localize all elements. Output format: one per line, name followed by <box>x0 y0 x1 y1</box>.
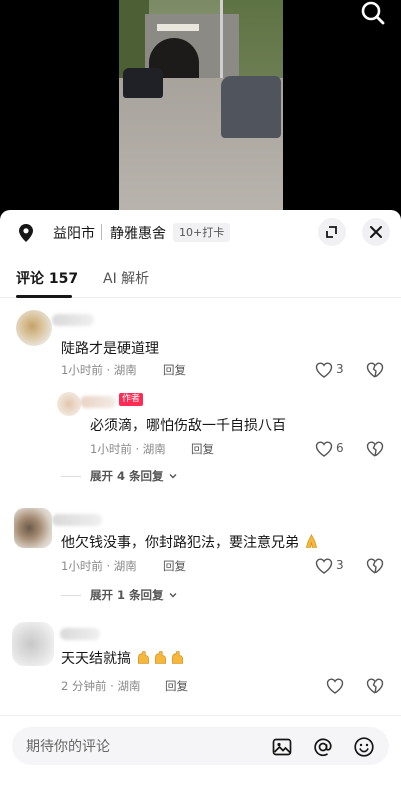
reply-avatar[interactable] <box>57 392 81 416</box>
comment-input-bar: 期待你的评论 <box>0 715 401 800</box>
avatar[interactable] <box>12 622 54 666</box>
video-player[interactable] <box>0 0 401 210</box>
expand-divider <box>61 595 81 596</box>
location-divider <box>101 224 102 240</box>
location-row[interactable]: 益阳市 静雅惠舍 10+打卡 <box>0 210 401 252</box>
close-button[interactable] <box>362 218 390 246</box>
car-grey <box>221 76 281 138</box>
heart-icon[interactable] <box>315 558 333 574</box>
avatar[interactable] <box>14 508 52 548</box>
comment-meta: 1小时前 · 湖南 <box>61 559 137 573</box>
comment-text: 必须滴，哪怕伤敌一千自损八百 <box>90 418 286 434</box>
flexed-biceps-emoji <box>155 651 167 664</box>
car-dark <box>123 68 163 98</box>
comment-meta: 1小时前 · 湖南 <box>61 363 137 377</box>
heart-icon[interactable] <box>315 441 333 457</box>
comment-item: 他欠钱没事，你封路犯法，要注意兄弟 1小时前 · 湖南 回复 3 <box>0 508 401 580</box>
comment-item: 陡路才是硬道理 1小时前 · 湖南 回复 3 <box>0 306 401 386</box>
expand-replies-button[interactable]: 展开 4 条回复 <box>0 466 401 488</box>
broken-heart-icon[interactable] <box>366 441 384 457</box>
reply-button[interactable]: 回复 <box>191 441 214 457</box>
light-pole <box>220 0 223 80</box>
expand-replies-label: 展开 4 条回复 <box>90 469 164 483</box>
reply-button[interactable]: 回复 <box>165 678 188 694</box>
comment-tabs: 评论 157 AI 解析 <box>0 262 401 298</box>
checkin-badge: 10+打卡 <box>173 223 231 242</box>
video-frame <box>119 0 283 210</box>
comment-sheet: 益阳市 静雅惠舍 10+打卡 评论 157 AI 解析 陡路才是硬道理 1小时前… <box>0 210 401 800</box>
reply-button[interactable]: 回复 <box>163 558 186 574</box>
author-badge: 作者 <box>119 393 144 406</box>
tunnel-sign <box>157 24 199 31</box>
tab-comments[interactable]: 评论 157 <box>16 268 78 288</box>
image-icon[interactable] <box>271 736 293 758</box>
username-blurred[interactable] <box>52 314 94 326</box>
reply-button[interactable]: 回复 <box>163 362 186 378</box>
folded-hands-emoji <box>306 533 318 548</box>
active-tab-indicator <box>16 295 72 298</box>
like-count: 3 <box>336 558 344 572</box>
comment-item: 天天结就搞 2 分钟前 · 湖南 回复 <box>0 622 401 702</box>
search-button[interactable] <box>358 0 388 28</box>
location-city: 益阳市 <box>53 226 95 242</box>
fullscreen-button[interactable] <box>318 218 346 246</box>
tab-ai-analysis[interactable]: AI 解析 <box>103 268 149 288</box>
comment-input-placeholder: 期待你的评论 <box>26 739 110 755</box>
comment-text: 他欠钱没事，你封路犯法，要注意兄弟 <box>61 532 320 552</box>
comment-input[interactable]: 期待你的评论 <box>12 727 389 765</box>
broken-heart-icon[interactable] <box>366 362 384 378</box>
broken-heart-icon[interactable] <box>366 558 384 574</box>
username-blurred[interactable] <box>52 514 102 526</box>
flexed-biceps-emoji <box>172 651 184 664</box>
expand-replies-label: 展开 1 条回复 <box>90 588 164 602</box>
location-place: 静雅惠舍 <box>110 226 166 242</box>
mention-icon[interactable] <box>312 736 334 758</box>
location-pin-icon <box>19 224 33 242</box>
like-count: 6 <box>336 441 344 455</box>
comment-meta: 2 分钟前 · 湖南 <box>61 679 141 693</box>
username-blurred[interactable] <box>60 628 100 640</box>
flexed-biceps-emoji <box>138 651 150 664</box>
like-count: 3 <box>336 362 344 376</box>
expand-divider <box>61 476 81 477</box>
search-icon <box>361 1 385 25</box>
avatar[interactable] <box>16 310 52 346</box>
username-blurred[interactable] <box>80 396 116 408</box>
expand-icon <box>326 226 337 238</box>
reply-item: 作者 必须滴，哪怕伤敌一千自损八百 1小时前 · 湖南 回复 6 <box>0 388 401 468</box>
heart-icon[interactable] <box>326 678 344 694</box>
comment-text: 陡路才是硬道理 <box>61 341 159 357</box>
heart-icon[interactable] <box>315 362 333 378</box>
comment-text: 天天结就搞 <box>61 648 186 668</box>
comment-meta: 1小时前 · 湖南 <box>90 442 166 456</box>
expand-replies-button[interactable]: 展开 1 条回复 <box>0 585 401 607</box>
close-icon <box>370 226 382 238</box>
chevron-down-icon <box>169 474 177 479</box>
chevron-down-icon <box>169 593 177 598</box>
emoji-icon[interactable] <box>353 736 375 758</box>
broken-heart-icon[interactable] <box>366 678 384 694</box>
